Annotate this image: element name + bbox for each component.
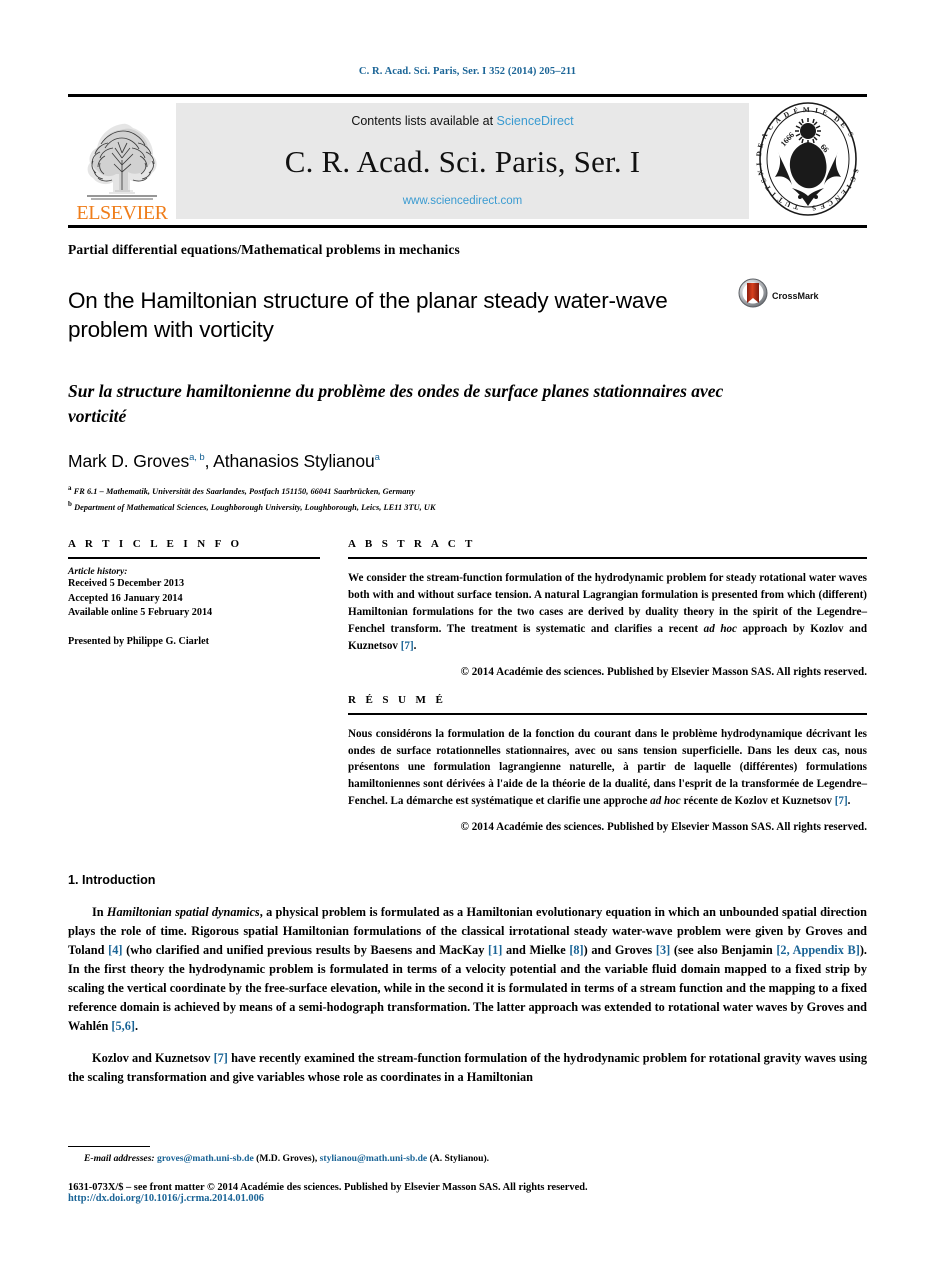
abstract-text: We consider the stream-function formulat… <box>348 572 867 652</box>
resume-heading: R É S U M É <box>348 693 447 706</box>
abstract-column: A B S T R A C T We consider the stream-f… <box>348 538 867 833</box>
author-affiliation-marks: a, b <box>189 452 205 464</box>
subject-classification: Partial differential equations/Mathemati… <box>68 242 460 257</box>
page-title-french: Sur la structure hamiltonienne du problè… <box>68 381 724 427</box>
affiliation-item: b Department of Mathematical Sciences, L… <box>68 499 867 515</box>
info-abstract-block: A R T I C L E I N F O Article history: R… <box>68 538 867 833</box>
doi-link[interactable]: http://dx.doi.org/10.1016/j.crma.2014.01… <box>68 1193 867 1204</box>
history-available-online: Available online 5 February 2014 <box>68 607 213 619</box>
page-footer: E-mail addresses: groves@math.uni-sb.de … <box>68 1146 867 1204</box>
citation-reference[interactable]: [7] <box>401 640 414 652</box>
affiliation-item: a FR 6.1 – Mathematik, Universität des S… <box>68 483 867 499</box>
author-affiliation-marks: a <box>374 452 380 464</box>
email-link-groves[interactable]: groves@math.uni-sb.de <box>157 1153 254 1164</box>
journal-info-box: Contents lists available at ScienceDirec… <box>176 103 749 219</box>
email-owner-groves: (M.D. Groves), <box>253 1153 320 1164</box>
article-info-heading: A R T I C L E I N F O <box>68 538 243 551</box>
citation-reference[interactable]: [8] <box>569 943 583 957</box>
contents-available-line: Contents lists available at ScienceDirec… <box>351 114 573 128</box>
citation-reference[interactable]: [4] <box>108 943 122 957</box>
resume-text: Nous considérons la formulation de la fo… <box>348 727 867 808</box>
crossmark-label: CrossMark <box>772 290 819 301</box>
author-name: Athanasios Stylianou <box>213 450 375 471</box>
abstract-copyright: © 2014 Académie des sciences. Published … <box>460 665 867 678</box>
affiliation-text: Department of Mathematical Sciences, Lou… <box>74 502 436 512</box>
emphasis-text: ad hoc <box>703 622 737 635</box>
journal-title: C. R. Acad. Sci. Paris, Ser. I <box>284 143 641 179</box>
citation-reference[interactable]: [7] <box>214 1051 228 1065</box>
emphasis-text: ad hoc <box>650 795 681 808</box>
email-owner-stylianou: (A. Stylianou). <box>427 1153 490 1164</box>
abstract-heading: A B S T R A C T <box>348 538 476 551</box>
article-info-column: A R T I C L E I N F O Article history: R… <box>68 538 320 833</box>
svg-text:D: D <box>756 150 764 156</box>
history-received: Received 5 December 2013 <box>68 578 185 590</box>
divider <box>68 557 320 560</box>
emphasis-text: Hamiltonian spatial dynamics <box>106 905 260 920</box>
author-name: Mark D. Groves <box>68 450 190 471</box>
academie-seal: 1666 66 A C A D É M I E D E S S C I E N … <box>749 97 867 225</box>
journal-url-link[interactable]: www.sciencedirect.com <box>403 195 523 207</box>
affiliation-list: a FR 6.1 – Mathematik, Universität des S… <box>68 483 867 514</box>
section-title: 1. Introduction <box>68 873 156 888</box>
email-addresses-line: E-mail addresses: groves@math.uni-sb.de … <box>68 1153 867 1164</box>
affiliation-mark: b <box>68 499 72 508</box>
elsevier-tree-icon <box>79 120 165 202</box>
email-link-stylianou[interactable]: stylianou@math.uni-sb.de <box>320 1153 428 1164</box>
divider <box>348 557 867 560</box>
history-accepted: Accepted 16 January 2014 <box>68 592 183 604</box>
citation-reference[interactable]: [1] <box>488 943 502 957</box>
presented-by: Presented by Philippe G. Ciarlet <box>68 635 210 647</box>
author-list: Mark D. Grovesa, b, Athanasios Stylianou… <box>68 450 380 471</box>
introduction-section: 1. Introduction In Hamiltonian spatial d… <box>68 873 867 1087</box>
citation-reference[interactable]: [3] <box>656 943 670 957</box>
citation-reference[interactable]: [5,6] <box>111 1019 135 1033</box>
academie-des-sciences-seal-icon: 1666 66 A C A D É M I E D E S S C I E N … <box>755 100 860 223</box>
issn-copyright-line: 1631-073X/$ – see front matter © 2014 Ac… <box>68 1182 588 1193</box>
body-paragraph: Kozlov and Kuznetsov [7] have recently e… <box>68 1050 867 1084</box>
email-label: E-mail addresses: <box>84 1153 155 1164</box>
resume-copyright: © 2014 Académie des sciences. Published … <box>460 821 867 834</box>
citation-reference[interactable]: [2, Appendix B] <box>776 943 860 957</box>
article-page: C. R. Acad. Sci. Paris, Ser. I 352 (2014… <box>0 0 935 1266</box>
citation-reference[interactable]: [7] <box>835 795 848 807</box>
sciencedirect-link[interactable]: ScienceDirect <box>497 114 574 128</box>
article-history-label: Article history: <box>68 566 128 578</box>
contents-prefix: Contents lists available at <box>351 114 497 128</box>
footnote-divider <box>68 1146 150 1147</box>
divider <box>348 712 867 715</box>
elsevier-wordmark: ELSEVIER <box>76 202 168 224</box>
affiliation-mark: a <box>68 483 72 492</box>
svg-text:M: M <box>803 105 810 113</box>
journal-masthead: ELSEVIER Contents lists available at Sci… <box>68 94 867 228</box>
page-title: On the Hamiltonian structure of the plan… <box>68 288 668 342</box>
title-row: On the Hamiltonian structure of the plan… <box>68 272 867 359</box>
svg-text:I: I <box>756 162 763 166</box>
elsevier-logo: ELSEVIER <box>68 97 176 225</box>
body-paragraph: In Hamiltonian spatial dynamics, a physi… <box>68 905 867 1034</box>
affiliation-text: FR 6.1 – Mathematik, Universität des Saa… <box>73 486 415 496</box>
running-head: C. R. Acad. Sci. Paris, Ser. I 352 (2014… <box>358 66 577 77</box>
crossmark-icon <box>738 278 768 313</box>
crossmark-badge[interactable]: CrossMark <box>738 278 819 313</box>
